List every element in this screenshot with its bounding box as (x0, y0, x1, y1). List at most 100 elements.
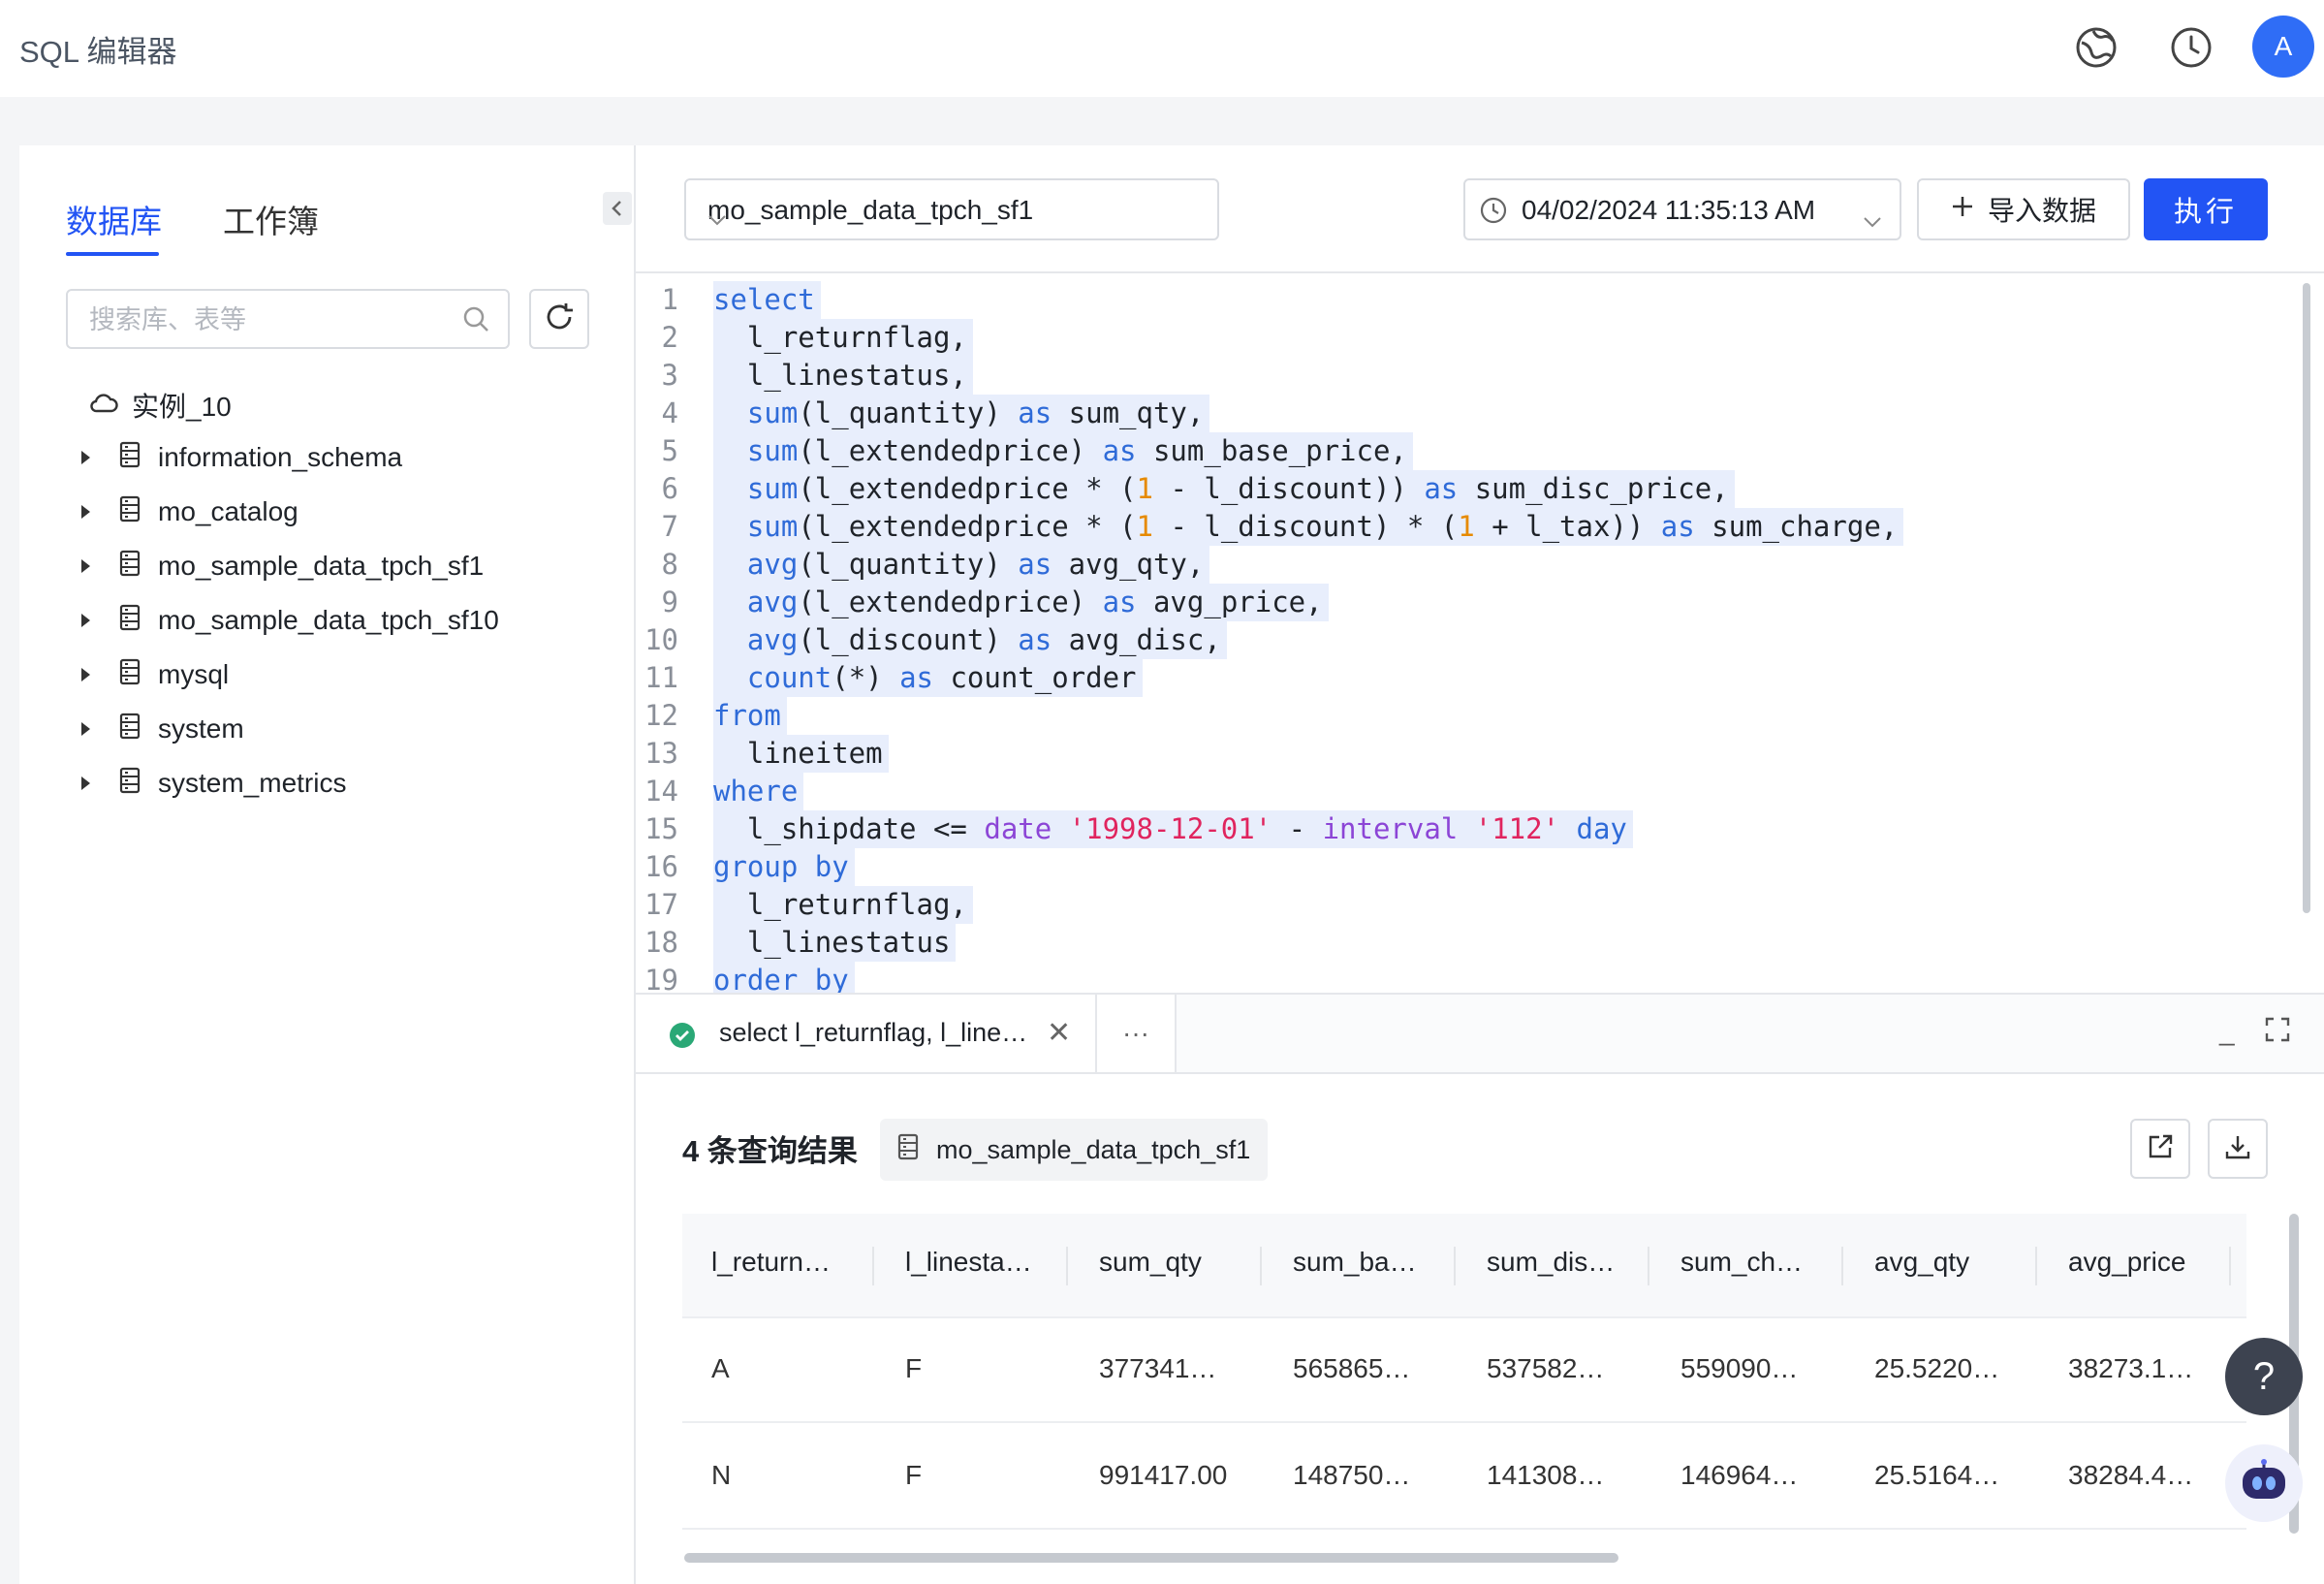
instance-node[interactable]: 实例_10 (89, 386, 232, 425)
table-cell: 991417.00 (1099, 1460, 1228, 1490)
database-icon (119, 767, 141, 801)
table-row[interactable]: A F 377341… 565865… 537582… 559090… 25.5… (682, 1316, 2246, 1423)
table-cell: 559090… (1680, 1353, 1799, 1383)
db-tree-item[interactable]: mysql (81, 655, 229, 694)
table-cell: 25.5220… (1874, 1353, 2000, 1383)
search-box (66, 289, 510, 349)
import-data-label: 导入数据 (1987, 196, 2096, 226)
success-check-icon (669, 1022, 696, 1054)
fullscreen-icon[interactable] (2264, 1016, 2291, 1050)
cloud-icon (89, 390, 118, 421)
database-icon (119, 441, 141, 475)
column-header[interactable]: avg_price (2068, 1247, 2185, 1278)
collapse-sidebar-button[interactable] (603, 192, 632, 225)
db-name: information_schema (158, 442, 403, 472)
table-cell: 38284.4… (2068, 1460, 2194, 1490)
caret-right-icon[interactable] (81, 776, 90, 790)
column-header[interactable]: sum_ch… (1680, 1247, 1803, 1278)
db-name: mo_catalog (158, 496, 298, 526)
db-name: system (158, 713, 244, 744)
table-header: l_return… l_linesta… sum_qty sum_ba… sum… (682, 1214, 2246, 1318)
external-link-icon (2146, 1132, 2175, 1166)
more-tabs-button[interactable]: ··· (1097, 995, 1177, 1072)
tab-workbook[interactable]: 工作簿 (223, 196, 319, 242)
table-cell: 377341… (1099, 1353, 1217, 1383)
history-time-value: 04/02/2024 11:35:13 AM (1522, 195, 1816, 225)
plus-icon (1951, 194, 1974, 225)
table-cell: F (905, 1353, 923, 1383)
assistant-bot-button[interactable] (2225, 1444, 2303, 1522)
db-name: mo_sample_data_tpch_sf1 (158, 551, 485, 581)
run-button[interactable]: 执行 (2144, 178, 2268, 240)
table-cell: A (711, 1353, 730, 1383)
tab-database[interactable]: 数据库 (66, 196, 162, 242)
instance-label: 实例_10 (132, 392, 232, 422)
result-db-tag: mo_sample_data_tpch_sf1 (880, 1119, 1269, 1181)
open-external-button[interactable] (2130, 1119, 2190, 1179)
caret-right-icon[interactable] (81, 614, 90, 627)
column-header[interactable]: l_return… (711, 1247, 831, 1278)
db-tree-item[interactable]: mo_sample_data_tpch_sf1 (81, 547, 484, 586)
database-icon (119, 658, 141, 692)
result-db-name: mo_sample_data_tpch_sf1 (936, 1134, 1251, 1164)
database-icon (119, 550, 141, 584)
sql-editor[interactable]: 1 select 2 l_returnflag, 3 l_linestatus, … (636, 271, 2324, 995)
robot-icon (2237, 1458, 2291, 1509)
column-header[interactable]: l_linesta… (905, 1247, 1032, 1278)
column-header[interactable]: sum_ba… (1293, 1247, 1417, 1278)
database-icon (119, 604, 141, 638)
column-header[interactable]: sum_dis… (1487, 1247, 1615, 1278)
db-tree-item[interactable]: mo_sample_data_tpch_sf10 (81, 601, 499, 640)
import-data-button[interactable]: 导入数据 (1917, 178, 2130, 240)
refresh-button[interactable] (529, 289, 589, 349)
history-time-select[interactable]: 04/02/2024 11:35:13 AM (1463, 178, 1901, 240)
horizontal-scrollbar[interactable] (684, 1553, 1618, 1563)
table-cell: 38273.1… (2068, 1353, 2194, 1383)
history-clock-icon[interactable] (2167, 23, 2215, 72)
database-icon (119, 495, 141, 529)
search-icon[interactable] (461, 304, 490, 338)
result-count: 4 条查询结果 (682, 1134, 858, 1168)
result-tab[interactable]: select l_returnflag, l_line… ✕ (636, 995, 1097, 1072)
minimize-icon[interactable]: _ (2219, 1016, 2235, 1047)
clock-icon (1479, 196, 1508, 232)
sidebar: 数据库 工作簿 实例_10 information_schema mo_cata… (19, 145, 636, 1584)
table-cell: F (905, 1460, 923, 1490)
refresh-icon (543, 301, 576, 338)
table-cell: 537582… (1487, 1353, 1605, 1383)
table-cell: 25.5164… (1874, 1460, 2000, 1490)
table-cell: 146964… (1680, 1460, 1799, 1490)
app-title: SQL 编辑器 (19, 35, 177, 69)
help-button[interactable]: ? (2225, 1338, 2303, 1415)
db-tree-item[interactable]: system_metrics (81, 764, 346, 803)
user-avatar[interactable]: A (2252, 16, 2314, 78)
download-icon (2223, 1132, 2252, 1166)
close-icon[interactable]: ✕ (1047, 1016, 1071, 1050)
chevron-down-icon (1863, 204, 1882, 235)
caret-right-icon[interactable] (81, 722, 90, 736)
db-name: mo_sample_data_tpch_sf10 (158, 605, 499, 635)
db-name: mysql (158, 659, 230, 689)
result-tabs: select l_returnflag, l_line… ✕ ··· _ (636, 993, 2324, 1074)
db-tree-item[interactable]: information_schema (81, 438, 402, 477)
active-tab-indicator (66, 252, 159, 256)
table-cell: N (711, 1460, 732, 1490)
column-header[interactable]: sum_qty (1099, 1247, 1202, 1278)
table-row[interactable]: N F 991417.00 148750… 141308… 146964… 25… (682, 1423, 2246, 1530)
globe-icon[interactable] (2072, 23, 2120, 72)
download-button[interactable] (2208, 1119, 2268, 1179)
db-tree-item[interactable]: mo_catalog (81, 492, 298, 531)
table-cell: 565865… (1293, 1353, 1411, 1383)
table-cell: 148750… (1293, 1460, 1411, 1490)
editor-scrollbar[interactable] (2303, 283, 2310, 913)
database-select[interactable]: mo_sample_data_tpch_sf1 (684, 178, 1219, 240)
db-tree-item[interactable]: system (81, 710, 244, 748)
main-panel: mo_sample_data_tpch_sf1 04/02/2024 11:35… (636, 145, 2324, 1584)
table-cell: 141308… (1487, 1460, 1605, 1490)
caret-right-icon[interactable] (81, 505, 90, 519)
caret-right-icon[interactable] (81, 668, 90, 681)
caret-right-icon[interactable] (81, 559, 90, 573)
search-input[interactable] (87, 302, 450, 337)
caret-right-icon[interactable] (81, 451, 90, 464)
column-header[interactable]: avg_qty (1874, 1247, 1969, 1278)
